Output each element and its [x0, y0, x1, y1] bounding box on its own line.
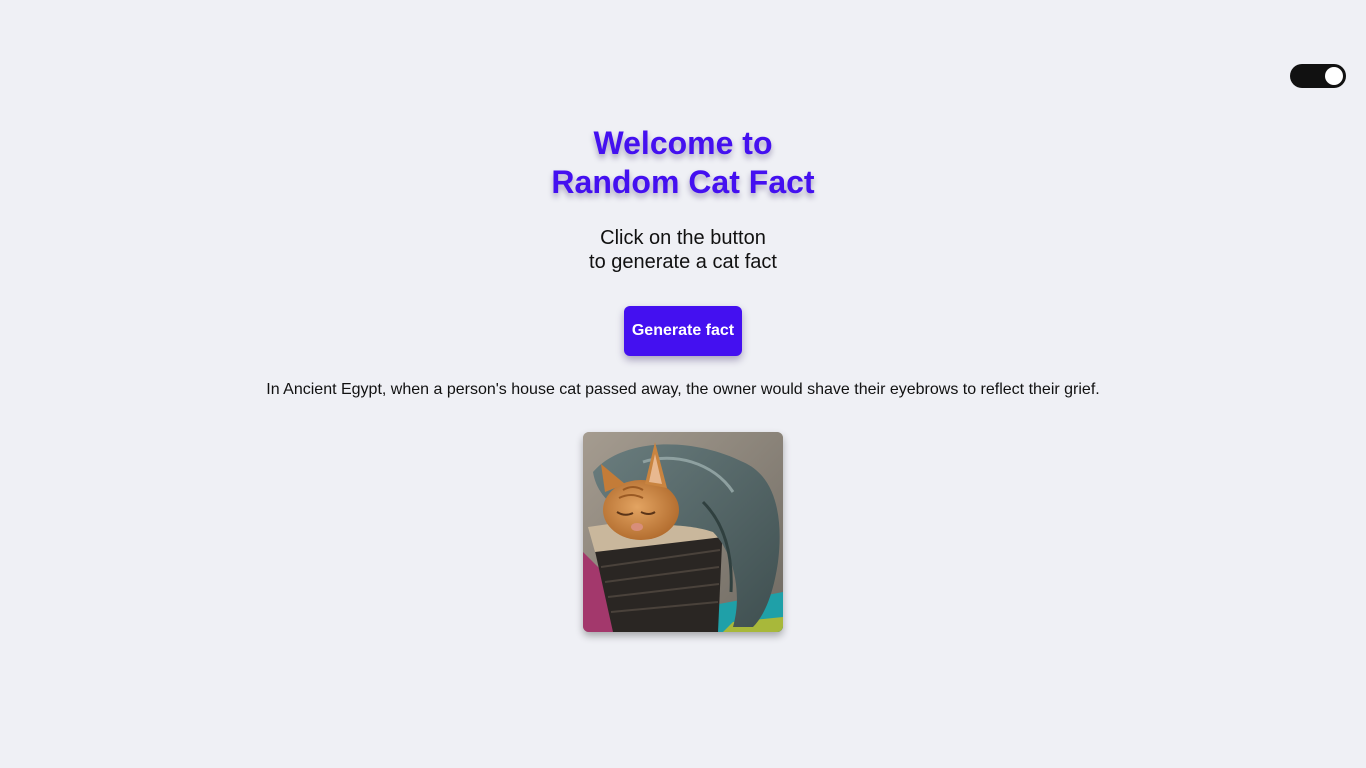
- title-line-2: Random Cat Fact: [551, 164, 815, 200]
- page-title: Welcome to Random Cat Fact: [0, 124, 1366, 202]
- instructions: Click on the button to generate a cat fa…: [0, 226, 1366, 274]
- cat-fact-text: In Ancient Egypt, when a person's house …: [266, 381, 1100, 398]
- theme-toggle[interactable]: [1290, 64, 1346, 88]
- toggle-knob: [1325, 67, 1343, 85]
- cat-illustration: [583, 432, 783, 632]
- cat-image: [583, 432, 783, 632]
- instructions-line-1: Click on the button: [600, 227, 766, 249]
- instructions-line-2: to generate a cat fact: [589, 251, 777, 273]
- generate-fact-button[interactable]: Generate fact: [624, 306, 742, 356]
- title-line-1: Welcome to: [593, 125, 773, 161]
